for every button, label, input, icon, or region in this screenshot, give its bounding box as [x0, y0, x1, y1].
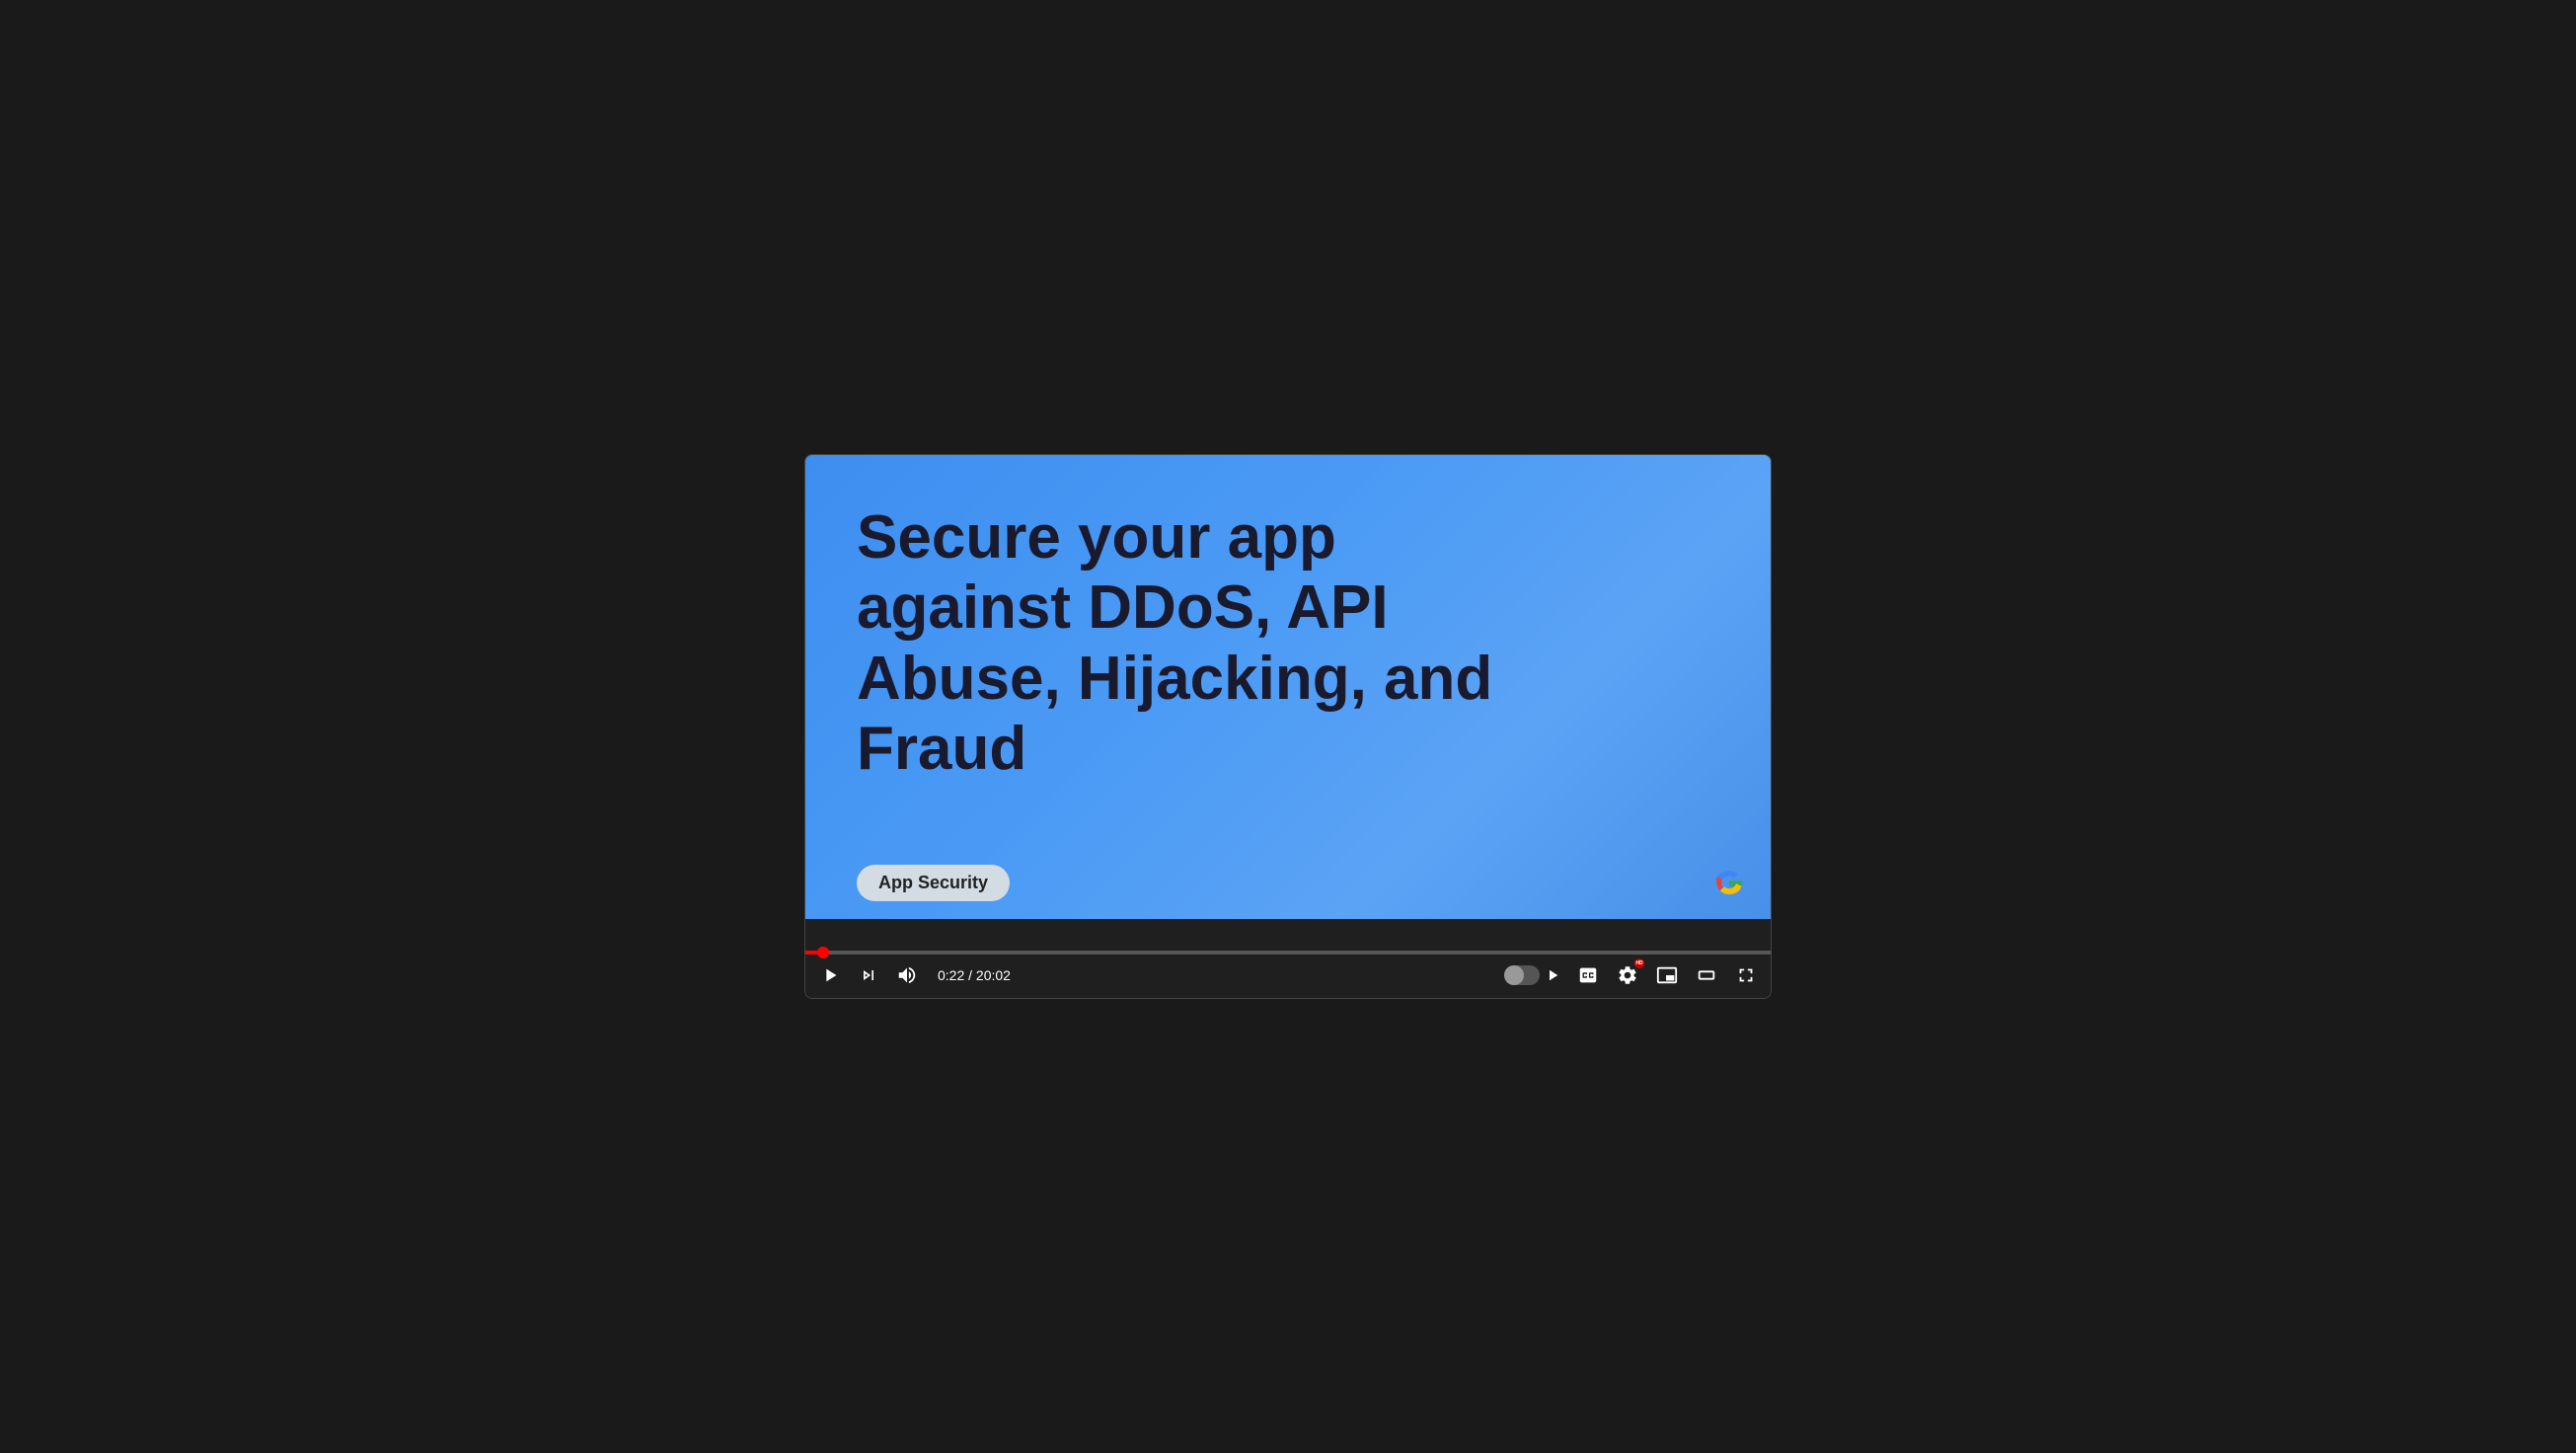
toggle-track: [1504, 965, 1540, 985]
progress-dot: [817, 947, 829, 958]
settings-icon: [1617, 964, 1638, 986]
hd-badge: HD: [1634, 958, 1644, 968]
volume-icon: [896, 964, 918, 986]
captions-button[interactable]: [1575, 962, 1601, 988]
controls-bar: 0:22 / 20:02: [805, 919, 1771, 998]
video-player: Secure your app against DDoS, API Abuse,…: [804, 454, 1772, 999]
captions-icon: [1577, 964, 1599, 986]
autoplay-toggle[interactable]: [1504, 965, 1561, 985]
settings-button[interactable]: HD: [1615, 962, 1640, 988]
theater-button[interactable]: [1694, 962, 1719, 988]
miniplayer-button[interactable]: [1654, 962, 1680, 988]
google-logo: [1707, 862, 1751, 905]
play-icon: [819, 964, 841, 986]
progress-filled: [805, 951, 823, 955]
theater-icon: [1696, 964, 1717, 986]
next-icon: [859, 965, 878, 985]
next-button[interactable]: [857, 963, 880, 987]
video-title: Secure your app against DDoS, API Abuse,…: [857, 502, 1504, 784]
chapter-badge: App Security: [857, 865, 1010, 901]
toggle-thumb: [1504, 965, 1524, 985]
play-button[interactable]: [817, 962, 843, 988]
video-content[interactable]: Secure your app against DDoS, API Abuse,…: [805, 455, 1771, 919]
fullscreen-icon: [1735, 964, 1757, 986]
autoplay-play-icon: [1544, 966, 1561, 984]
mute-button[interactable]: [894, 962, 920, 988]
fullscreen-button[interactable]: [1733, 962, 1759, 988]
time-display: 0:22 / 20:02: [938, 967, 1011, 983]
miniplayer-icon: [1656, 964, 1678, 986]
progress-bar[interactable]: [805, 951, 1771, 955]
controls-left: 0:22 / 20:02: [817, 962, 1011, 988]
controls-row: 0:22 / 20:02: [805, 962, 1771, 988]
controls-right: HD: [1504, 962, 1759, 988]
